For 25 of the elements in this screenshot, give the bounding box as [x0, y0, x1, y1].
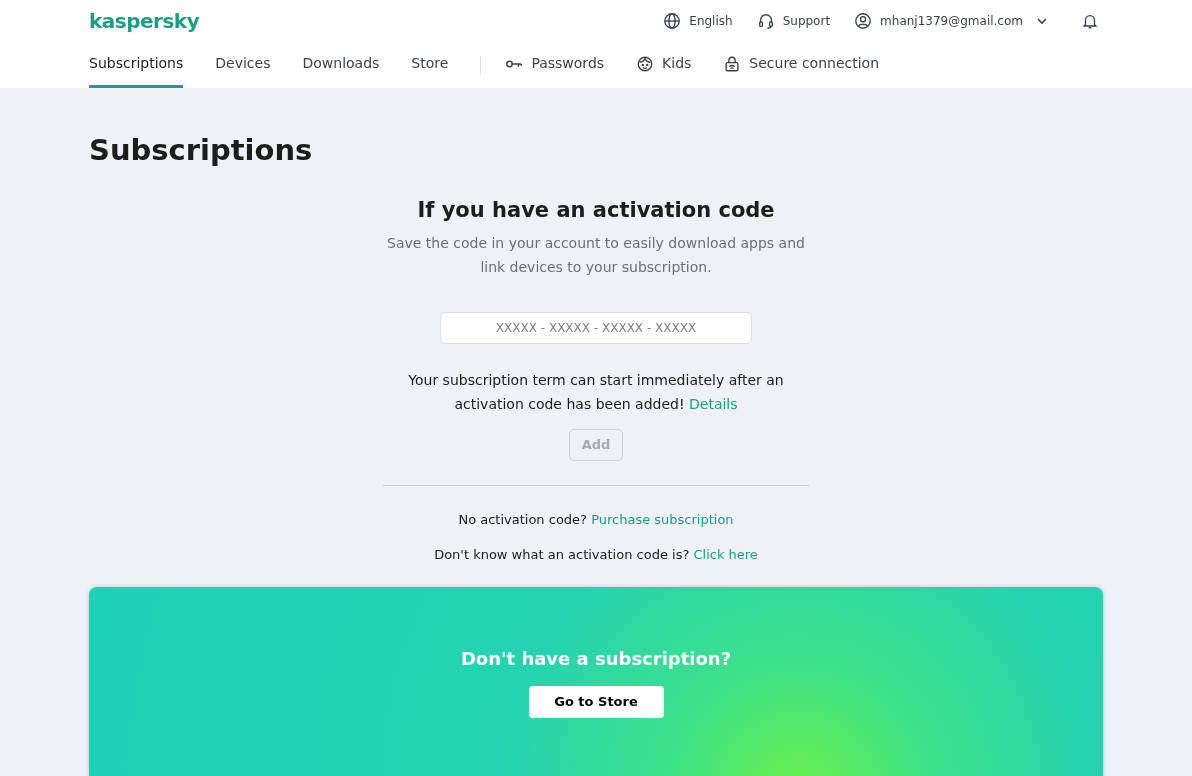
page-title: Subscriptions — [89, 136, 314, 165]
help-text: Don't know what an activation code is? Click here — [434, 546, 758, 564]
globe-icon — [663, 12, 682, 30]
nav-tab[interactable]: Downloads — [302, 42, 380, 88]
language-link[interactable]: English — [663, 12, 733, 30]
support-link[interactable]: Support — [756, 12, 831, 30]
nav-tab[interactable]: Passwords — [505, 42, 605, 88]
child-face-icon — [636, 54, 655, 73]
banner-heading: Don't have a subscription? — [460, 646, 732, 671]
section-description: Save the code in your account to easily download apps and link devices to your subscription. — [386, 233, 806, 277]
subscription-note: Your subscription term can start immediately after an activation code has been added! Details — [407, 370, 785, 414]
nav-tab[interactable]: Secure connection — [723, 42, 880, 88]
nav-tab[interactable]: Devices — [215, 42, 271, 88]
activation-code-field[interactable]: XXXXX - XXXXX - XXXXX - XXXXX — [440, 311, 752, 344]
no-code-text: No activation code? Purchase subscription — [458, 510, 734, 529]
nav-tab[interactable]: Subscriptions — [89, 42, 184, 88]
headset-icon — [756, 12, 775, 30]
nav-tab[interactable]: Store — [411, 42, 449, 88]
bell-icon[interactable] — [1081, 12, 1099, 30]
user-icon — [854, 12, 873, 30]
account-menu[interactable]: mhanj1379@gmail.com — [854, 12, 1049, 30]
lock-icon — [723, 54, 742, 73]
go-to-store-button[interactable]: Go to Store — [528, 685, 664, 718]
nav-tab[interactable]: Kids — [636, 42, 692, 88]
section-heading: If you have an activation code — [417, 197, 775, 224]
